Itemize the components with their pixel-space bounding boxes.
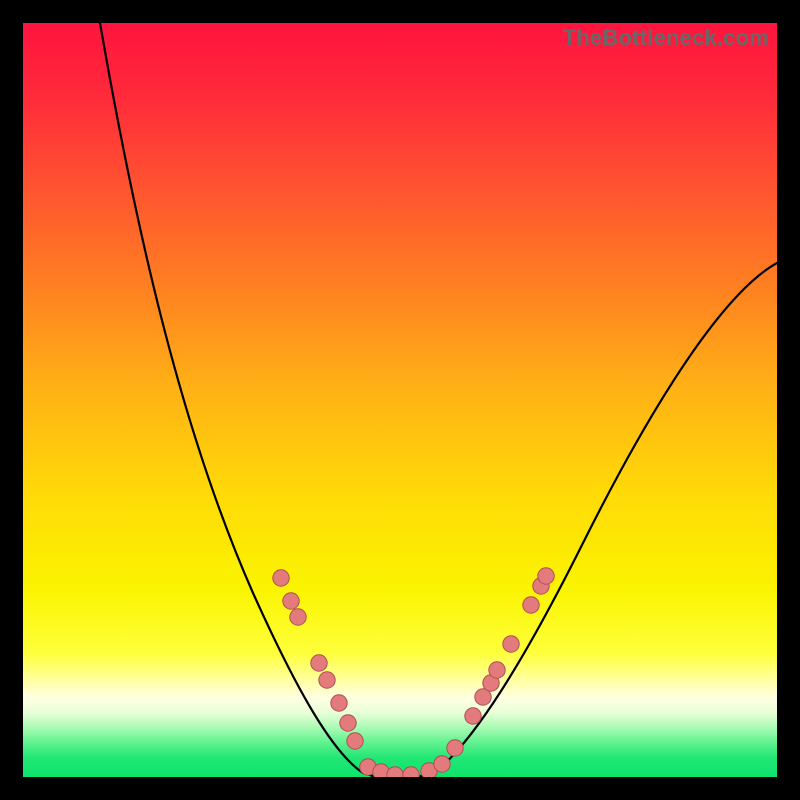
bottleneck-curve [100,23,777,776]
sample-dot [319,672,335,688]
sample-dot [273,570,289,586]
sample-dot [347,733,363,749]
sample-dot [434,756,450,772]
sample-dot [489,662,505,678]
chart-overlay [23,23,777,777]
sample-dot [331,695,347,711]
sample-dot [311,655,327,671]
sample-dot [403,767,419,777]
watermark-text: TheBottleneck.com [563,25,769,51]
sample-dot [538,568,554,584]
sample-dot [290,609,306,625]
sample-dot [447,740,463,756]
sample-dot [283,593,299,609]
curve-segment-left [100,23,373,776]
chart-area: TheBottleneck.com [23,23,777,777]
sample-dot [387,767,403,777]
sample-dot [465,708,481,724]
sample-dot [523,597,539,613]
sample-dot [340,715,356,731]
sample-dot [503,636,519,652]
